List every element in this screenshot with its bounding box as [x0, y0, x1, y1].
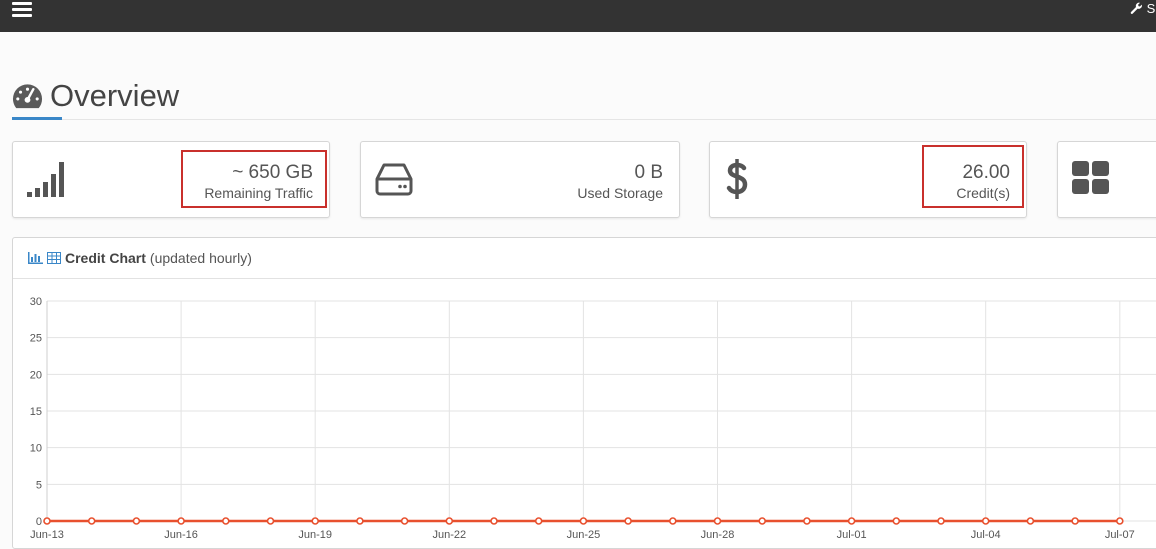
used-storage-label: Used Storage [577, 185, 663, 201]
page-header: Overview [12, 76, 179, 116]
header-accent-underline [12, 117, 62, 120]
panel-title: Credit Chart [65, 250, 146, 266]
services-card [1057, 141, 1156, 218]
settings-label: S [1146, 1, 1156, 16]
used-storage-card: 0 B Used Storage [360, 141, 680, 218]
bar-chart-icon[interactable] [28, 252, 43, 264]
remaining-traffic-card: ~ 650 GB Remaining Traffic [12, 141, 330, 218]
top-navbar: S [0, 0, 1156, 32]
used-storage-value: 0 B [634, 162, 663, 183]
credits-card: 26.00 Credit(s) [709, 141, 1027, 218]
panel-heading: Credit Chart (updated hourly) [13, 238, 1156, 279]
dollar-icon [726, 159, 748, 199]
header-divider [12, 119, 1156, 120]
wrench-icon [1130, 2, 1142, 14]
settings-link[interactable]: S [1130, 1, 1155, 16]
credits-highlight-box [922, 145, 1024, 208]
hard-drive-icon [375, 163, 413, 196]
signal-bars-icon [27, 162, 64, 197]
dashboard-icon [12, 84, 43, 109]
credit-chart-panel: Credit Chart (updated hourly) [12, 237, 1156, 549]
grid-icon [1072, 161, 1109, 194]
table-icon[interactable] [47, 252, 61, 264]
traffic-highlight-box [181, 150, 327, 208]
page-title: Overview [50, 78, 180, 113]
menu-icon[interactable] [12, 2, 32, 18]
panel-subtitle: (updated hourly) [149, 250, 252, 266]
